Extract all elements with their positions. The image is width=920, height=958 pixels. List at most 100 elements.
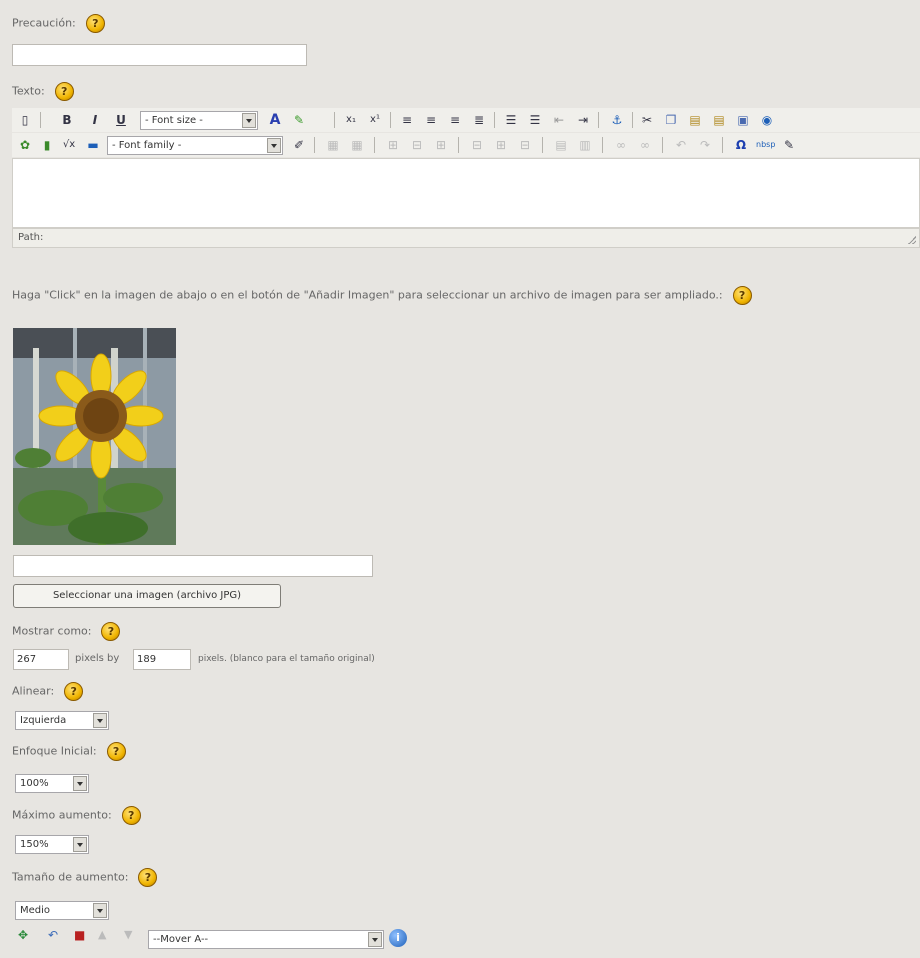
help-icon[interactable]: ? [138,868,158,887]
enfoque-inicial-label: Enfoque Inicial:? [12,742,126,761]
align-center-icon[interactable]: ≡ [422,111,440,129]
bullet-list-icon[interactable]: ☰ [502,111,520,129]
pixels-by-label: pixels by [75,653,120,664]
toolbar-separator [632,112,633,128]
maximo-select-value: 150% [20,839,49,850]
up-arrow-icon[interactable]: ▲ [98,928,106,941]
undo-icon[interactable]: ↶ [672,136,690,154]
indent-icon[interactable]: ⇥ [574,111,592,129]
link-icon[interactable]: ∞ [612,136,630,154]
info-icon[interactable]: i [389,929,407,947]
font-size-select[interactable]: - Font size - [140,111,258,130]
help-icon[interactable]: ? [732,286,752,305]
resize-handle-icon[interactable] [908,236,916,244]
superscript-icon[interactable]: x¹ [366,111,384,129]
editor-path-bar: Path: [12,228,920,248]
image-icon[interactable]: ✿ [16,136,34,154]
chevron-down-icon [93,713,107,728]
copy-icon[interactable]: ❐ [662,111,680,129]
alinear-select[interactable]: Izquierda [15,711,109,730]
maximo-aumento-select[interactable]: 150% [15,835,89,854]
help-icon[interactable]: ? [101,622,121,641]
move-icon[interactable]: ✥ [18,928,28,942]
align-left-icon[interactable]: ≡ [398,111,416,129]
numbered-list-icon[interactable]: ☰ [526,111,544,129]
media-icon[interactable]: ▮ [38,136,56,154]
help-icon[interactable]: ? [85,14,105,33]
toolbar-separator [662,137,663,153]
delete-icon[interactable]: ■ [74,928,85,942]
help-icon[interactable]: ? [106,742,126,761]
paste-icon[interactable]: ▤ [686,111,704,129]
help-icon[interactable]: ? [121,806,141,825]
image-path-input[interactable] [13,555,373,577]
align-right-icon[interactable]: ≡ [446,111,464,129]
undo-icon[interactable]: ↶ [48,928,58,942]
toolbar-separator [390,112,391,128]
nonbreaking-icon[interactable]: nbsp [756,136,775,154]
enfoque-inicial-select[interactable]: 100% [15,774,89,793]
paste-text-icon[interactable]: ▤ [710,111,728,129]
help-icon[interactable]: ? [64,682,84,701]
down-arrow-icon[interactable]: ▼ [124,928,132,941]
editor-toolbar-row1: ▯ B I U - Font size - A ✎ x₁ x¹ ≡ ≡ ≡ ≣ … [12,108,920,132]
precaucion-label: Precaución:? [12,14,105,33]
merge-cells-icon[interactable]: ⊞ [492,136,510,154]
editor-toolbar-row2: ✿ ▮ √x ▬ - Font family - ✐ ▦ ▦ ⊞ ⊟ ⊞ ⊟ ⊞… [12,133,920,157]
table-icon[interactable]: ▦ [324,136,342,154]
cell-props-icon[interactable]: ▦ [348,136,366,154]
help-icon[interactable]: ◉ [758,111,776,129]
toolbar-separator [598,112,599,128]
anchor-icon[interactable]: ⚓ [608,111,626,129]
maximo-aumento-label-text: Máximo aumento: [12,808,112,822]
enfoque-inicial-label-text: Enfoque Inicial: [12,744,97,758]
chevron-down-icon [73,776,87,791]
math-icon[interactable]: √x [60,136,78,154]
new-document-icon[interactable]: ▯ [16,111,34,129]
precaucion-input[interactable] [12,44,307,66]
move-select-value: --Mover A-- [153,934,209,945]
toolbar-separator [722,137,723,153]
special-char-icon[interactable]: Ω [732,136,750,154]
delete-row-icon[interactable]: ⊟ [408,136,426,154]
subscript-icon[interactable]: x₁ [342,111,360,129]
font-family-select[interactable]: - Font family - [107,136,283,155]
toolbar-separator [334,112,335,128]
text-color-icon[interactable]: A [266,111,284,129]
help-icon[interactable]: ? [54,82,74,101]
italic-icon[interactable]: I [86,111,104,129]
cut-icon[interactable]: ✂ [638,111,656,129]
select-image-button[interactable]: Seleccionar una imagen (archivo JPG) [13,584,281,608]
path-label: Path: [18,232,44,243]
align-justify-icon[interactable]: ≣ [470,111,488,129]
insert-row-icon[interactable]: ⊞ [384,136,402,154]
bold-icon[interactable]: B [58,111,76,129]
toolbar-separator [494,112,495,128]
precaucion-label-text: Precaución: [12,16,76,30]
toolbar-separator [458,137,459,153]
chevron-down-icon [93,903,107,918]
width-input[interactable] [13,649,69,670]
unlink-icon[interactable]: ∞ [636,136,654,154]
highlight-color-icon[interactable]: ✎ [290,111,308,129]
move-to-select[interactable]: --Mover A-- [148,930,384,949]
outdent-icon[interactable]: ⇤ [550,111,568,129]
insert-col-icon[interactable]: ⊞ [432,136,450,154]
table-col-props-icon[interactable]: ▥ [576,136,594,154]
sunflower-image [13,328,176,545]
table-row-props-icon[interactable]: ▤ [552,136,570,154]
image-instructions: Haga "Click" en la imagen de abajo o en … [12,286,892,305]
underline-icon[interactable]: U [112,111,130,129]
edit-icon[interactable]: ✐ [290,136,308,154]
redo-icon[interactable]: ↷ [696,136,714,154]
horizontal-rule-icon[interactable]: ▬ [84,136,102,154]
delete-col-icon[interactable]: ⊟ [468,136,486,154]
height-input[interactable] [133,649,191,670]
tamano-aumento-select[interactable]: Medio [15,901,109,920]
split-cells-icon[interactable]: ⊟ [516,136,534,154]
cleanup-icon[interactable]: ✎ [780,136,798,154]
editor-content-area[interactable] [12,158,920,228]
selected-image-preview[interactable] [13,328,176,545]
font-size-select-value: - Font size - [145,115,203,126]
paste-word-icon[interactable]: ▣ [734,111,752,129]
